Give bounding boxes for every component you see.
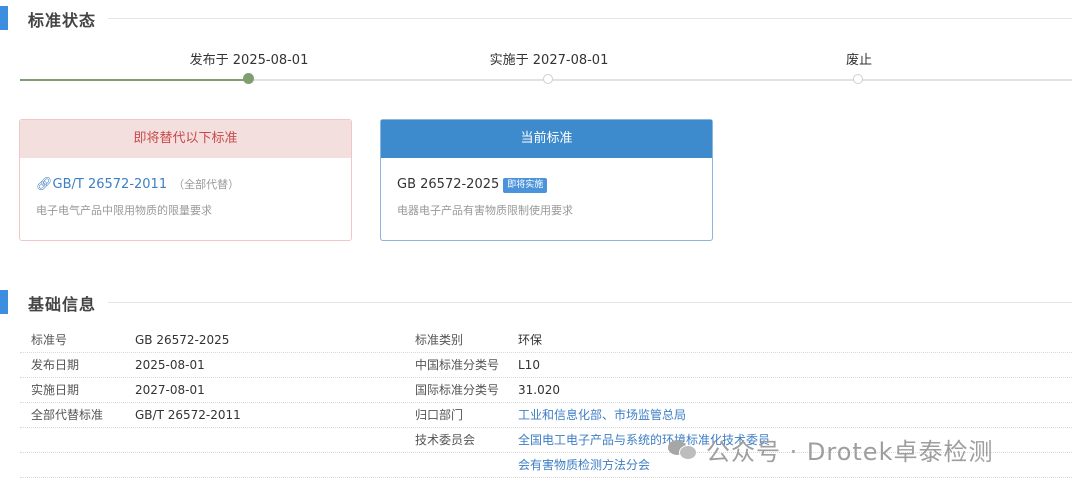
status-section-header: 标准状态 [0,6,1080,30]
timeline-step-published: 发布于 2025-08-01 [149,50,349,84]
table-row: 全部代替标准 GB/T 26572-2011 归口部门 工业和信息化部、市场监管… [20,403,1072,428]
current-standard-code: GB 26572-2025 即将实施 [397,176,696,194]
replaced-standard-link[interactable]: GB/T 26572-2011 [53,177,168,192]
timeline-progress [20,79,249,81]
link-icon: 🔗︎ [36,177,53,192]
timeline-step-abolished: 废止 [759,50,959,84]
replaced-card-header: 即将替代以下标准 [20,120,351,158]
replaced-standard-desc: 电子电气产品中限用物质的限量要求 [36,204,212,217]
replaced-standard-note: （全部代替） [173,178,240,191]
field-value: 2027-08-01 [135,383,205,397]
timeline-label-implemented: 实施于 2027-08-01 [489,53,609,68]
field-label: 全部代替标准 [31,408,104,422]
field-value: 环保 [518,333,543,347]
wechat-icon [668,438,698,460]
field-value: GB/T 26572-2011 [135,408,241,422]
field-label: 标准号 [31,333,68,347]
section-accent-bar [0,290,8,314]
watermark-text: 公众号 · Drotek卓泰检测 [706,437,994,466]
field-label: 归口部门 [415,408,464,422]
subcommittee-link[interactable]: 会有害物质检测方法分会 [518,458,650,472]
field-label: 实施日期 [31,383,80,397]
field-label: 标准类别 [415,333,464,347]
section-divider [108,302,1072,303]
timeline-step-implemented: 实施于 2027-08-01 [449,50,649,84]
timeline-dot-published [243,73,254,84]
field-value: 2025-08-01 [135,358,205,372]
timeline-label-abolished: 废止 [845,53,872,68]
current-standard-card: 当前标准 GB 26572-2025 即将实施 电器电子产品有害物质限制使用要求 [380,119,713,241]
field-label: 技术委员会 [415,433,476,447]
field-value: GB 26572-2025 [135,333,230,347]
field-label: 中国标准分类号 [415,358,500,372]
table-row: 标准号 GB 26572-2025 标准类别 环保 [20,328,1072,353]
current-standard-number: GB 26572-2025 [397,177,500,192]
field-label: 发布日期 [31,358,80,372]
replaced-standard-card: 即将替代以下标准 🔗︎GB/T 26572-2011 （全部代替） 电子电气产品中… [19,119,352,241]
table-row: 实施日期 2027-08-01 国际标准分类号 31.020 [20,378,1072,403]
table-row: 发布日期 2025-08-01 中国标准分类号 L10 [20,353,1072,378]
subcommittee-value: 会有害物质检测方法分会 [518,453,650,477]
timeline-label-published: 发布于 2025-08-01 [189,53,309,68]
dept-link-samr[interactable]: 市场监管总局 [614,408,686,422]
dept-separator: 、 [602,408,615,422]
section-accent-bar [0,6,8,30]
section-title-status: 标准状态 [28,11,97,30]
current-card-header: 当前标准 [381,120,712,158]
field-value-dept: 工业和信息化部、市场监管总局 [518,403,686,427]
field-label: 国际标准分类号 [415,383,500,397]
current-standard-desc: 电器电子产品有害物质限制使用要求 [397,204,573,217]
status-badge: 即将实施 [503,178,548,193]
timeline-dot-implemented [543,74,553,84]
timeline-dot-abolished [853,74,863,84]
dept-link-miit[interactable]: 工业和信息化部 [518,408,602,422]
watermark: 公众号 · Drotek卓泰检测 [668,432,993,466]
section-title-basic: 基础信息 [28,295,97,314]
section-divider [108,18,1072,19]
replaced-standard-code: 🔗︎GB/T 26572-2011 （全部代替） [36,176,335,194]
status-timeline: 发布于 2025-08-01 实施于 2027-08-01 废止 [20,50,1072,90]
basic-info-section-header: 基础信息 [0,290,1080,314]
field-value: 31.020 [518,383,560,397]
field-value: L10 [518,358,540,372]
